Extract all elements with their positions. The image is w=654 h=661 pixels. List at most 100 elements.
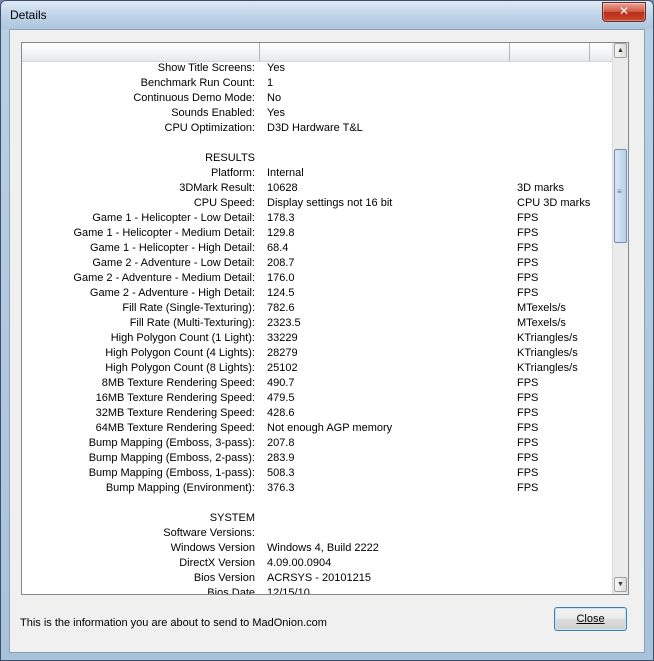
row-value: 33229 xyxy=(267,332,298,344)
row-unit: FPS xyxy=(517,212,539,224)
table-row[interactable]: Game 1 - Helicopter - Medium Detail: 129.… xyxy=(22,226,613,241)
scroll-up-arrow-icon: ▲ xyxy=(617,47,624,54)
table-row[interactable]: CPU Optimization: D3D Hardware T&L xyxy=(22,121,613,136)
table-row[interactable]: Bump Mapping (Emboss, 3-pass): 207.8 FPS xyxy=(22,436,613,451)
row-unit: FPS xyxy=(517,242,539,254)
table-row[interactable]: Fill Rate (Multi-Texturing): 2323.5 MTexel… xyxy=(22,316,613,331)
row-label: Game 1 - Helicopter - Low Detail: xyxy=(92,212,255,224)
row-value: Windows 4, Build 2222 xyxy=(267,542,379,554)
close-button[interactable]: Close xyxy=(554,607,627,631)
row-label: High Polygon Count (8 Lights): xyxy=(105,362,255,374)
table-row[interactable]: Game 2 - Adventure - Medium Detail: 176.0… xyxy=(22,271,613,286)
row-value: 508.3 xyxy=(267,467,295,479)
vertical-scrollbar[interactable]: ▲ ≡ ▼ xyxy=(612,43,628,594)
table-row[interactable]: Bump Mapping (Emboss, 1-pass): 508.3 FPS xyxy=(22,466,613,481)
table-row[interactable]: Bump Mapping (Emboss, 2-pass): 283.9 FPS xyxy=(22,451,613,466)
column-header-3[interactable] xyxy=(510,43,590,61)
scroll-thumb[interactable]: ≡ xyxy=(614,149,627,243)
grip-icon: ≡ xyxy=(617,187,622,196)
table-row[interactable]: Benchmark Run Count: 1 xyxy=(22,76,613,91)
table-row[interactable]: 8MB Texture Rendering Speed: 490.7 FPS xyxy=(22,376,613,391)
row-value: 479.5 xyxy=(267,392,295,404)
table-row[interactable]: SYSTEM xyxy=(22,511,613,526)
row-value: 68.4 xyxy=(267,242,289,254)
close-icon: ✕ xyxy=(618,4,630,18)
window-close-button[interactable]: ✕ xyxy=(602,2,646,22)
column-header-4[interactable] xyxy=(590,43,612,61)
row-label: Bios Date xyxy=(207,587,255,594)
row-value: Yes xyxy=(267,107,285,119)
row-value: D3D Hardware T&L xyxy=(267,122,363,134)
table-row[interactable]: Bios Date 12/15/10 xyxy=(22,586,613,594)
row-label: Show Title Screens: xyxy=(157,62,255,74)
row-unit: FPS xyxy=(517,227,539,239)
table-row[interactable]: 16MB Texture Rendering Speed: 479.5 FPS xyxy=(22,391,613,406)
table-row[interactable] xyxy=(22,496,613,511)
table-row[interactable]: 64MB Texture Rendering Speed: Not enough … xyxy=(22,421,613,436)
row-label: Bump Mapping (Emboss, 1-pass): xyxy=(88,467,255,479)
table-row[interactable]: Show Title Screens: Yes xyxy=(22,61,613,76)
table-row[interactable]: 32MB Texture Rendering Speed: 428.6 FPS xyxy=(22,406,613,421)
table-row[interactable]: Windows Version Windows 4, Build 2222 xyxy=(22,541,613,556)
window-title: Details xyxy=(10,8,47,22)
scroll-down-button[interactable]: ▼ xyxy=(614,577,627,592)
table-row[interactable]: Bios Version ACRSYS - 20101215 xyxy=(22,571,613,586)
title-bar[interactable]: Details ✕ xyxy=(1,1,653,29)
row-value: 129.8 xyxy=(267,227,295,239)
row-unit: FPS xyxy=(517,272,539,284)
row-value: Internal xyxy=(267,167,304,179)
table-row[interactable]: Fill Rate (Single-Texturing): 782.6 MTexel… xyxy=(22,301,613,316)
column-header-2[interactable] xyxy=(260,43,510,61)
row-value: 28279 xyxy=(267,347,298,359)
row-label: Platform: xyxy=(210,167,255,179)
table-row[interactable]: Bump Mapping (Environment): 376.3 FPS xyxy=(22,481,613,496)
row-value: 207.8 xyxy=(267,437,295,449)
row-label: RESULTS xyxy=(205,152,255,164)
details-window: Details ✕ Show Title Screens: Yes Benchmar… xyxy=(0,0,654,661)
table-row[interactable]: Continuous Demo Mode: No xyxy=(22,91,613,106)
row-unit: FPS xyxy=(517,287,539,299)
row-label: CPU Speed: xyxy=(193,197,255,209)
table-row[interactable]: Sounds Enabled: Yes xyxy=(22,106,613,121)
row-label: SYSTEM xyxy=(209,512,255,524)
row-unit: FPS xyxy=(517,437,539,449)
table-row[interactable]: Game 1 - Helicopter - Low Detail: 178.3 FP… xyxy=(22,211,613,226)
column-header-1[interactable] xyxy=(22,43,260,61)
table-row[interactable]: High Polygon Count (8 Lights): 25102 KTria… xyxy=(22,361,613,376)
row-unit: KTriangles/s xyxy=(517,332,578,344)
details-list[interactable]: Show Title Screens: Yes Benchmark Run Coun… xyxy=(21,42,629,595)
table-row[interactable]: 3DMark Result: 10628 3D marks xyxy=(22,181,613,196)
row-unit: MTexels/s xyxy=(517,317,566,329)
row-value: No xyxy=(267,92,282,104)
close-button-label: Close xyxy=(576,613,605,625)
row-label: Fill Rate (Single-Texturing): xyxy=(122,302,255,314)
row-unit: FPS xyxy=(517,422,539,434)
row-value: ACRSYS - 20101215 xyxy=(267,572,371,584)
table-row[interactable]: CPU Speed: Display settings not 16 bit CPU… xyxy=(22,196,613,211)
row-unit: FPS xyxy=(517,407,539,419)
row-label: 8MB Texture Rendering Speed: xyxy=(101,377,255,389)
row-unit: FPS xyxy=(517,257,539,269)
table-row[interactable]: Software Versions: xyxy=(22,526,613,541)
table-row[interactable] xyxy=(22,136,613,151)
row-unit: FPS xyxy=(517,392,539,404)
row-label: Game 1 - Helicopter - High Detail: xyxy=(89,242,255,254)
row-label: 64MB Texture Rendering Speed: xyxy=(95,422,255,434)
table-row[interactable]: Game 2 - Adventure - Low Detail: 208.7 FPS xyxy=(22,256,613,271)
table-row[interactable]: RESULTS xyxy=(22,151,613,166)
table-row[interactable]: High Polygon Count (4 Lights): 28279 KTria… xyxy=(22,346,613,361)
row-label: DirectX Version xyxy=(179,557,255,569)
table-row[interactable]: Game 1 - Helicopter - High Detail: 68.4 FP… xyxy=(22,241,613,256)
table-row[interactable]: Game 2 - Adventure - High Detail: 124.5 FP… xyxy=(22,286,613,301)
footer-message: This is the information you are about to… xyxy=(20,617,327,629)
row-value: 4.09.00.0904 xyxy=(267,557,332,569)
row-label: Game 1 - Helicopter - Medium Detail: xyxy=(73,227,255,239)
scroll-up-button[interactable]: ▲ xyxy=(614,43,627,58)
table-row[interactable]: Platform: Internal xyxy=(22,166,613,181)
table-row[interactable]: High Polygon Count (1 Light): 33229 KTrian… xyxy=(22,331,613,346)
row-value: 2323.5 xyxy=(267,317,301,329)
row-label: Continuous Demo Mode: xyxy=(133,92,255,104)
row-label: Game 2 - Adventure - High Detail: xyxy=(89,287,255,299)
table-row[interactable]: DirectX Version 4.09.00.0904 xyxy=(22,556,613,571)
row-label: Software Versions: xyxy=(163,527,255,539)
